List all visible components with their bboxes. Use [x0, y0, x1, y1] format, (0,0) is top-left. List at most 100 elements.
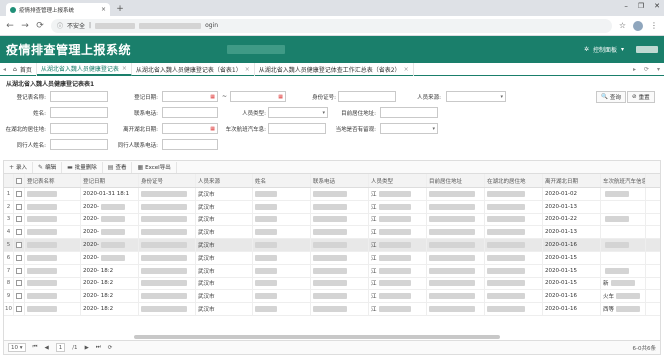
phone-input[interactable] — [162, 107, 218, 118]
cell-registrant — [25, 226, 81, 239]
cell-hubei-address — [485, 200, 543, 213]
tab-province-form-1[interactable]: 从湖北省入魏人员健康登记表（省表1） × — [132, 62, 255, 76]
close-tab-icon[interactable]: × — [101, 6, 106, 13]
row-checkbox[interactable] — [14, 251, 25, 264]
query-button[interactable]: 🔍 查询 — [596, 91, 626, 103]
fever-check-select[interactable]: ▾ — [380, 123, 438, 134]
row-checkbox[interactable] — [14, 188, 25, 200]
edit-button[interactable]: ✎ 编辑 — [33, 161, 63, 173]
maximize-icon[interactable]: ❐ — [638, 2, 644, 10]
table-row[interactable]: 6 2020- 武汉市 江 2020-01-15 — [4, 251, 660, 265]
new-tab-button[interactable]: + — [114, 4, 126, 16]
person-source-select[interactable]: ▾ — [446, 91, 506, 102]
column-header[interactable]: 人员类型 — [369, 174, 427, 187]
tab-province-form-2[interactable]: 从湖北省入魏人员健康登记体查工作汇总表（省表2） × — [255, 62, 414, 76]
row-checkbox[interactable] — [14, 303, 25, 315]
column-header[interactable]: 联系电话 — [311, 174, 369, 187]
column-header[interactable]: 离开湖北日期 — [543, 174, 601, 187]
row-checkbox[interactable] — [14, 213, 25, 226]
security-label: 不安全 — [67, 23, 86, 30]
forward-icon[interactable]: → — [21, 21, 29, 31]
tab-registration[interactable]: 从湖北省入魏人员健康登记表 × — [36, 62, 132, 76]
close-window-icon[interactable]: ✕ — [654, 2, 660, 10]
column-header[interactable]: 车次航班汽车信息 — [601, 174, 646, 187]
reg-date-end-input[interactable]: ▦ — [230, 91, 286, 102]
hubei-address-input[interactable] — [50, 123, 108, 134]
companions-input[interactable] — [50, 139, 108, 150]
registrant-input[interactable] — [50, 91, 108, 102]
chevron-down-icon[interactable]: ▾ — [657, 66, 660, 73]
table-row[interactable]: 1 2020-01-31 18:1 武汉市 江 2020-01-02 — [4, 188, 660, 201]
row-checkbox[interactable] — [14, 264, 25, 277]
row-checkbox[interactable] — [14, 277, 25, 290]
column-header[interactable]: 登记日期 — [81, 174, 139, 187]
export-excel-button[interactable]: ▦ Excel导出 — [132, 161, 177, 173]
table-row[interactable]: 5 2020- 武汉市 江 2020-01-16 — [4, 239, 660, 252]
name-input[interactable] — [50, 107, 108, 118]
table-row[interactable]: 9 2020- 18:2 武汉市 江 2020-01-16 火车 — [4, 290, 660, 304]
first-page-icon[interactable]: ⏮ — [33, 344, 38, 351]
control-panel-menu[interactable]: 控制面板 — [593, 45, 617, 54]
avatar[interactable] — [633, 20, 643, 31]
contacts-input[interactable] — [162, 139, 218, 150]
star-icon[interactable]: ☆ — [619, 21, 626, 30]
reg-date-start-input[interactable]: ▦ — [162, 91, 218, 102]
page-size-select[interactable]: 10 ▾ — [8, 343, 26, 352]
row-checkbox[interactable] — [14, 239, 25, 251]
table-row[interactable]: 2 2020- 武汉市 江 2020-01-13 — [4, 200, 660, 214]
prev-page-icon[interactable]: ◀ — [44, 345, 48, 351]
close-icon[interactable]: × — [122, 65, 127, 72]
next-page-icon[interactable]: ▶ — [85, 345, 89, 351]
contacts-label: 同行人联系电话: — [117, 143, 158, 149]
person-type-select[interactable]: ▾ — [268, 107, 328, 118]
column-header[interactable]: 人员来源 — [196, 174, 253, 187]
table-row[interactable]: 3 2020- 武汉市 江 2020-01-22 — [4, 213, 660, 227]
cell-text: 江 — [371, 230, 377, 237]
menu-icon[interactable]: ⋮ — [650, 21, 658, 30]
reset-button[interactable]: ⊘ 重置 — [627, 91, 655, 103]
cell-text: 10 — [5, 306, 12, 313]
column-header[interactable]: 身份证号 — [139, 174, 196, 187]
table-row[interactable]: 4 2020- 武汉市 江 2020-01-13 — [4, 226, 660, 240]
row-checkbox[interactable] — [14, 226, 25, 239]
batch-delete-button[interactable]: ▬ 批量删除 — [62, 161, 103, 173]
back-icon[interactable]: ← — [6, 21, 14, 31]
close-icon[interactable]: × — [404, 66, 409, 73]
column-header[interactable]: 登记表名称 — [25, 174, 81, 187]
id-no-input[interactable] — [338, 91, 396, 102]
header-redacted — [227, 45, 286, 54]
current-address-input[interactable] — [380, 107, 438, 118]
leave-date-input[interactable]: ▦ — [162, 123, 218, 134]
refresh-icon[interactable]: ⟳ — [108, 345, 113, 351]
table-row[interactable]: 10 2020- 18:2 武汉市 江 2020-01-16 西等 — [4, 303, 660, 316]
view-button[interactable]: ▤ 查看 — [103, 161, 133, 173]
table-row[interactable]: 7 2020- 18:2 武汉市 江 2020-01-15 — [4, 264, 660, 278]
row-checkbox[interactable] — [14, 200, 25, 213]
id-no-label: 身份证号: — [312, 95, 336, 101]
cell-hubei-address — [485, 303, 543, 315]
calendar-icon: ▦ — [210, 125, 215, 132]
column-header[interactable]: 在湖北的居住地 — [485, 174, 543, 187]
tab-home[interactable]: ⌂ 首页 — [9, 62, 37, 76]
page-number-input[interactable]: 1 — [55, 343, 66, 352]
column-header[interactable]: 姓名 — [253, 174, 311, 187]
pencil-icon: ✎ — [38, 163, 44, 171]
scroll-right-icon[interactable]: ▸ — [633, 66, 636, 73]
add-button[interactable]: + 录入 — [4, 161, 34, 173]
column-header[interactable]: 目前居住地址 — [427, 174, 485, 187]
refresh-icon[interactable]: ⟳ — [644, 66, 649, 73]
row-checkbox[interactable] — [14, 290, 25, 303]
table-row[interactable]: 8 2020- 18:2 武汉市 江 2020-01-15 新 — [4, 277, 660, 291]
minimize-icon[interactable]: – — [624, 2, 628, 10]
reload-icon[interactable]: ⟳ — [36, 21, 44, 31]
url-field[interactable]: ⓘ 不安全 | ogin — [51, 18, 612, 33]
scroll-left-icon[interactable]: ◂ — [0, 66, 9, 73]
select-all-checkbox[interactable] — [14, 174, 25, 187]
browser-tab[interactable]: 疫情排查管理上报系统 × — [6, 3, 110, 16]
close-icon[interactable]: × — [245, 66, 250, 73]
last-page-icon[interactable]: ⏭ — [96, 344, 101, 351]
vehicle-input[interactable] — [268, 123, 326, 134]
cell-type: 江 — [369, 213, 427, 226]
horizontal-scrollbar[interactable] — [134, 335, 500, 339]
redacted-value — [313, 306, 347, 313]
